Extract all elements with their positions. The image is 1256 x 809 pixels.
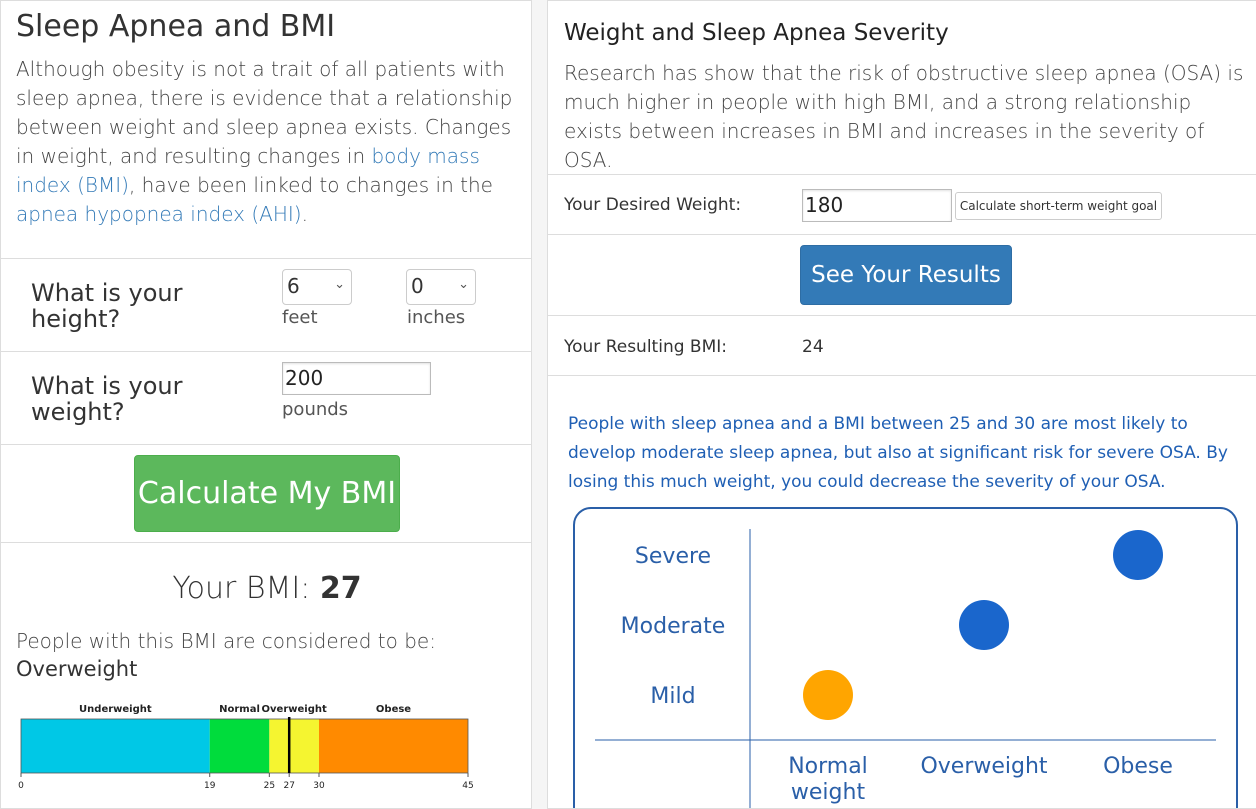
scale-tick-label: 27	[283, 781, 294, 791]
advice-text: People with sleep apnea and a BMI betwee…	[568, 414, 1228, 492]
scale-tick-label: 30	[313, 781, 325, 791]
x-tick-label: Obese	[1103, 754, 1173, 779]
divider	[548, 375, 1256, 376]
data-point	[803, 670, 853, 720]
scale-tick-label: 0	[18, 781, 24, 791]
chevron-down-icon: ⌄	[334, 277, 345, 292]
scale-segment	[209, 719, 270, 773]
scale-tick-label: 45	[462, 781, 473, 791]
scale-segment-label: Overweight	[262, 704, 327, 715]
severity-chart: Mild Moderate Severe Normal weight Overweight…	[573, 507, 1238, 808]
x-tick-label-line: Normal	[788, 754, 868, 779]
calculate-bmi-button[interactable]: Calculate My BMI	[134, 455, 400, 532]
feet-unit: feet	[282, 307, 318, 328]
chevron-down-icon: ⌄	[458, 277, 469, 292]
weight-question: What is your weight?	[31, 372, 183, 426]
scale-segment	[319, 719, 468, 773]
bmi-value: 27	[319, 571, 362, 606]
x-tick-label: Overweight	[920, 754, 1047, 779]
bmi-panel: Sleep Apnea and BMI Although obesity is …	[0, 0, 532, 809]
data-point	[1113, 530, 1163, 580]
feet-select[interactable]: 6 ⌄	[282, 269, 352, 305]
severity-panel: Weight and Sleep Apnea Severity Research…	[547, 0, 1256, 809]
research-paragraph: Research has show that the risk of obstr…	[564, 61, 1244, 172]
scale-segment-label: Underweight	[79, 704, 152, 715]
desired-weight-input[interactable]: 180	[802, 189, 952, 222]
see-results-button[interactable]: See Your Results	[800, 245, 1012, 305]
y-tick-label: Moderate	[621, 614, 726, 639]
height-question: What is your height?	[31, 279, 183, 333]
divider	[548, 174, 1256, 175]
divider	[1, 542, 531, 543]
bmi-scale: Underweight Normal Overweight Obese 0 19 25 27 3…	[18, 704, 474, 791]
scale-tick-label: 19	[204, 781, 216, 791]
panel-title: Sleep Apnea and BMI	[16, 9, 336, 44]
inches-select[interactable]: 0 ⌄	[406, 269, 476, 305]
x-tick-label-line: weight	[791, 780, 866, 805]
y-tick-label: Mild	[650, 684, 695, 709]
resulting-bmi-value: 24	[802, 337, 824, 357]
scale-segment	[269, 719, 319, 773]
desired-weight-label: Your Desired Weight:	[564, 195, 742, 215]
severity-chart-svg: Mild Moderate Severe Normal weight Overweight…	[595, 529, 1216, 808]
considered-text: People with this BMI are considered to b…	[16, 629, 436, 653]
scale-tick-label: 25	[264, 781, 275, 791]
bmi-category: Overweight	[16, 657, 138, 681]
scale-segment-label: Obese	[376, 704, 411, 715]
ahi-link[interactable]: apnea hypopnea index (AHI)	[16, 202, 302, 226]
resulting-bmi-label: Your Resulting BMI:	[564, 337, 727, 357]
y-tick-label: Severe	[635, 544, 711, 569]
panel-title: Weight and Sleep Apnea Severity	[564, 20, 949, 46]
scale-segment-label: Normal	[219, 704, 260, 715]
scale-segment	[21, 719, 210, 773]
divider	[1, 444, 531, 445]
divider	[548, 315, 1256, 316]
intro-paragraph: Although obesity is not a trait of all p…	[16, 57, 513, 226]
short-term-goal-button[interactable]: Calculate short-term weight goal	[955, 192, 1162, 220]
weight-input[interactable]: 200	[282, 362, 431, 395]
divider	[1, 258, 531, 259]
weight-unit: pounds	[282, 399, 349, 420]
x-tick-label: Normal weight	[788, 754, 868, 805]
divider	[1, 351, 531, 352]
divider	[548, 234, 1256, 235]
inches-unit: inches	[407, 307, 466, 328]
bmi-result: Your BMI: 27	[172, 571, 362, 606]
data-point	[959, 600, 1009, 650]
